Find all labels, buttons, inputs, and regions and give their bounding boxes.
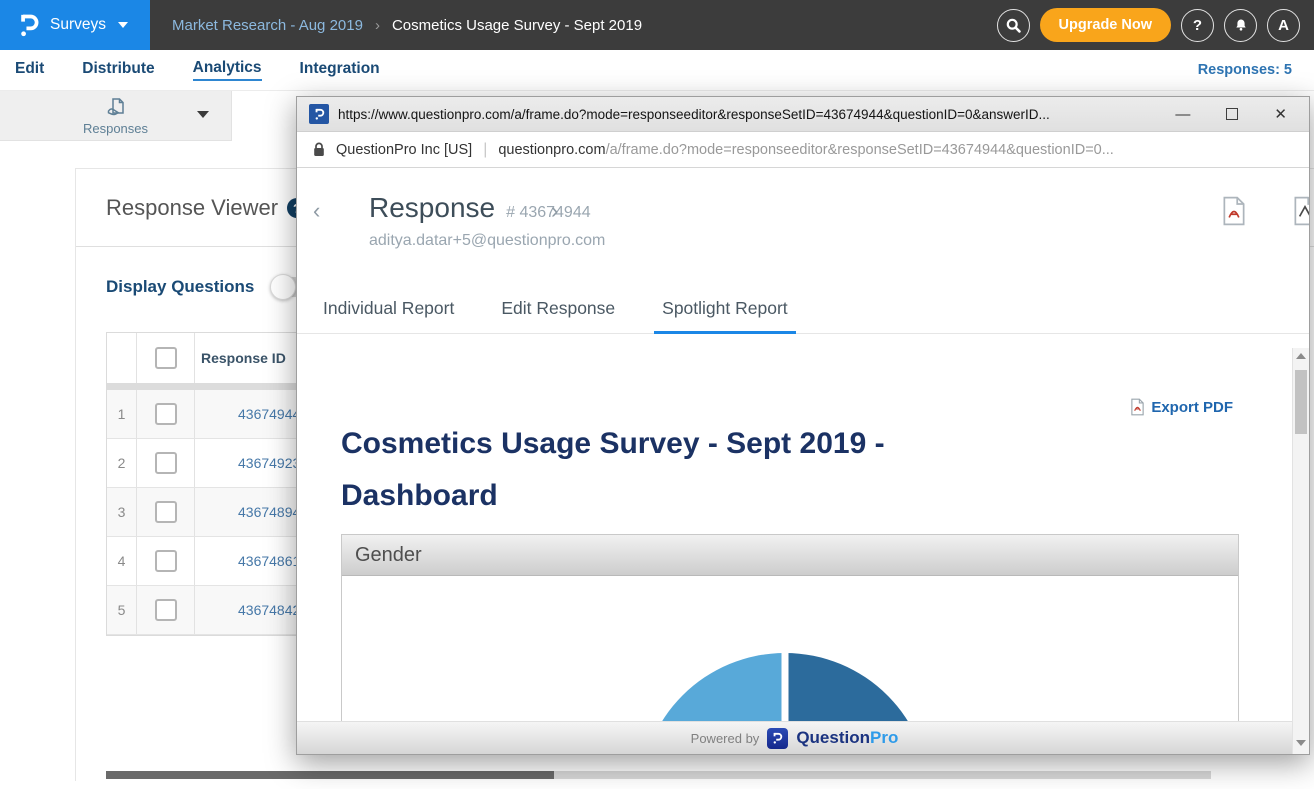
row-checkbox[interactable] [155, 501, 177, 523]
response-title: Response [369, 192, 495, 224]
chevron-down-icon [118, 22, 128, 28]
breadcrumb: Market Research - Aug 2019 › Cosmetics U… [150, 0, 642, 50]
report-tabs: Individual Report Edit Response Spotligh… [297, 287, 1309, 334]
response-editor-popup: https://www.questionpro.com/a/frame.do?m… [296, 96, 1310, 755]
vertical-scrollbar-thumb[interactable] [1295, 370, 1307, 434]
address-domain: questionpro.com [498, 142, 605, 158]
surveys-menu[interactable]: Surveys [0, 0, 150, 50]
row-number: 1 [107, 390, 137, 438]
site-identity: QuestionPro Inc [US] [336, 142, 472, 158]
row-number: 2 [107, 439, 137, 487]
questionpro-p-logo-icon [18, 12, 40, 38]
response-id-link[interactable]: 43674944 [238, 406, 300, 422]
pdf-file-icon-small [1130, 398, 1145, 416]
tab-individual-report[interactable]: Individual Report [323, 298, 454, 333]
export-pdf-link[interactable]: Export PDF [1130, 398, 1233, 416]
page-title: Response Viewer [106, 195, 278, 221]
avatar[interactable]: A [1267, 9, 1300, 42]
topbar-actions: Upgrade Now ? A [997, 0, 1300, 50]
row-checkbox[interactable] [155, 452, 177, 474]
close-button[interactable]: ✕ [1274, 107, 1287, 122]
address-url: questionpro.com/a/frame.do?mode=response… [498, 142, 1113, 158]
powered-by-label: Powered by [691, 731, 760, 746]
select-all-checkbox[interactable] [155, 347, 177, 369]
nav-item-analytics[interactable]: Analytics [193, 59, 262, 81]
scroll-down-arrow-icon[interactable] [1296, 740, 1306, 746]
notifications-button[interactable] [1224, 9, 1257, 42]
row-checkbox[interactable] [155, 403, 177, 425]
row-checkbox[interactable] [155, 599, 177, 621]
response-header: ‹ Response # 43674944 › aditya.datar+5@q… [297, 168, 1309, 287]
powered-by-footer: Powered by QuestionPro [297, 721, 1292, 754]
previous-response-button[interactable]: ‹ [313, 198, 320, 224]
row-number: 4 [107, 537, 137, 585]
nav-item-edit[interactable]: Edit [15, 60, 44, 80]
address-separator: | [483, 141, 487, 159]
response-id-column-header[interactable]: Response ID [201, 350, 286, 366]
breadcrumb-separator: › [375, 17, 380, 34]
pdf-file-icon[interactable] [1221, 196, 1247, 226]
tab-edit-response[interactable]: Edit Response [501, 298, 615, 333]
report-title: Cosmetics Usage Survey - Sept 2019 - Das… [341, 418, 1021, 522]
nav-item-distribute[interactable]: Distribute [82, 60, 154, 80]
search-button[interactable] [997, 9, 1030, 42]
surveys-label: Surveys [50, 16, 106, 34]
help-button[interactable]: ? [1181, 9, 1214, 42]
response-id-link[interactable]: 43674923 [238, 455, 300, 471]
tab-spotlight-report[interactable]: Spotlight Report [662, 298, 788, 333]
horizontal-scrollbar[interactable] [106, 771, 1211, 779]
response-id-link[interactable]: 43674894 [238, 504, 300, 520]
nav-item-integration[interactable]: Integration [300, 60, 380, 80]
gender-section-title: Gender [355, 544, 422, 567]
search-icon [1005, 17, 1022, 34]
popup-addressbar[interactable]: QuestionPro Inc [US] | questionpro.com/a… [297, 132, 1309, 168]
row-number: 5 [107, 586, 137, 634]
next-response-button[interactable]: › [551, 198, 558, 224]
responses-toolbar-button[interactable]: Responses [0, 91, 232, 141]
questionpro-favicon [309, 104, 329, 124]
questionpro-wordmark[interactable]: QuestionPro [796, 728, 898, 748]
popup-url: https://www.questionpro.com/a/frame.do?m… [338, 107, 1166, 122]
breadcrumb-current: Cosmetics Usage Survey - Sept 2019 [392, 17, 642, 34]
caret-down-icon[interactable] [197, 111, 209, 118]
maximize-button[interactable] [1226, 108, 1238, 120]
scroll-up-arrow-icon[interactable] [1296, 353, 1306, 359]
horizontal-scrollbar-thumb[interactable] [106, 771, 554, 779]
section-nav: Edit Distribute Analytics Integration Re… [0, 50, 1314, 91]
export-file-icon-clipped[interactable] [1292, 196, 1310, 226]
lock-icon [313, 142, 325, 157]
display-questions-label: Display Questions [106, 277, 254, 297]
responses-count: Responses: 5 [1198, 62, 1292, 78]
popup-vertical-scrollbar[interactable] [1292, 348, 1309, 754]
response-number: # 43674944 [506, 204, 591, 222]
response-id-link[interactable]: 43674842 [238, 602, 300, 618]
row-number: 3 [107, 488, 137, 536]
respondent-email: aditya.datar+5@questionpro.com [369, 232, 605, 250]
row-checkbox[interactable] [155, 550, 177, 572]
upgrade-now-button[interactable]: Upgrade Now [1040, 8, 1171, 42]
responses-document-icon [104, 96, 128, 120]
address-path: /a/frame.do?mode=responseeditor&response… [606, 142, 1114, 158]
export-pdf-label: Export PDF [1151, 399, 1233, 416]
gender-panel-header: Gender [342, 535, 1238, 576]
response-id-link[interactable]: 43674861 [238, 553, 300, 569]
topbar: Surveys Market Research - Aug 2019 › Cos… [0, 0, 1314, 50]
questionpro-p-logo-icon [767, 728, 788, 749]
breadcrumb-parent[interactable]: Market Research - Aug 2019 [172, 17, 363, 34]
screen: Surveys Market Research - Aug 2019 › Cos… [0, 0, 1314, 789]
responses-toolbar-label: Responses [83, 121, 148, 136]
minimize-button[interactable]: — [1175, 107, 1190, 122]
bell-icon [1233, 17, 1249, 34]
popup-titlebar[interactable]: https://www.questionpro.com/a/frame.do?m… [297, 97, 1309, 132]
spotlight-report-content: Export PDF Cosmetics Usage Survey - Sept… [297, 334, 1309, 754]
toggle-knob[interactable] [270, 274, 296, 300]
